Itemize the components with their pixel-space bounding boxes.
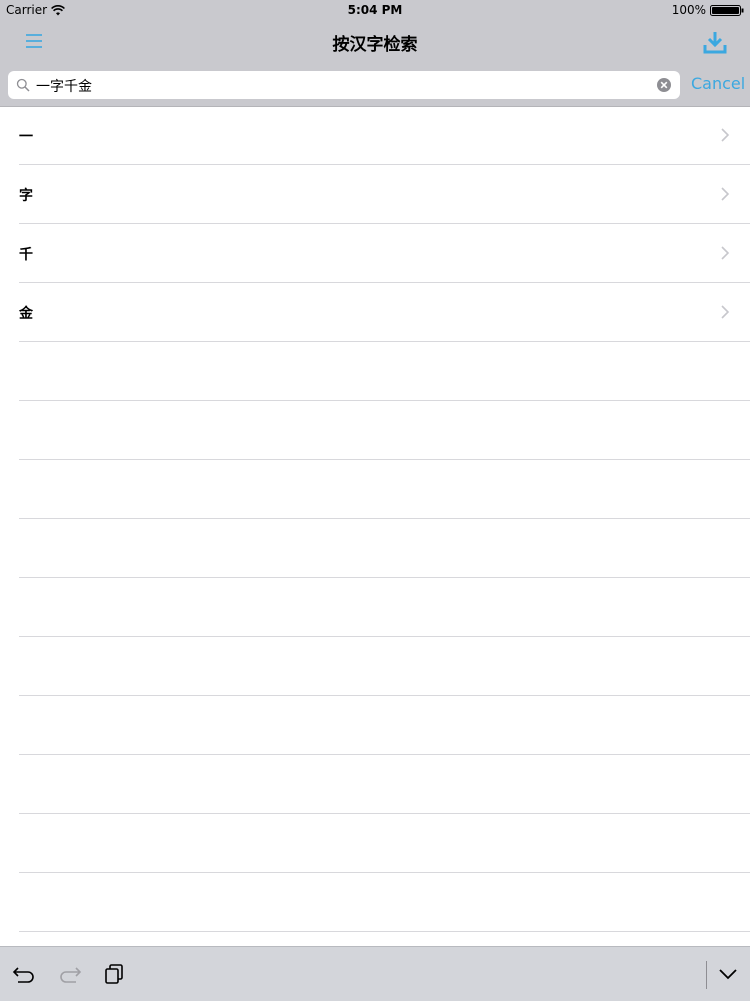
- page-title: 按汉字检索: [332, 35, 418, 55]
- clock: 5:04 PM: [347, 3, 403, 17]
- chevron-right-icon: [721, 128, 730, 142]
- clear-search-icon[interactable]: [656, 77, 672, 93]
- list-item[interactable]: 一: [19, 106, 750, 165]
- list-item-label: 金: [19, 306, 33, 322]
- empty-row: [19, 696, 750, 755]
- cancel-button[interactable]: Cancel: [691, 74, 745, 93]
- chevron-right-icon: [721, 246, 730, 260]
- status-bar: Carrier 5:04 PM 100%: [0, 0, 750, 20]
- chevron-right-icon: [721, 187, 730, 201]
- empty-row: [19, 519, 750, 578]
- empty-row: [19, 814, 750, 873]
- empty-row: [19, 401, 750, 460]
- list-item[interactable]: 千: [19, 224, 750, 283]
- paste-icon[interactable]: [104, 963, 126, 985]
- undo-icon[interactable]: [12, 964, 36, 984]
- list-item[interactable]: 金: [19, 283, 750, 342]
- list-item[interactable]: 字: [19, 165, 750, 224]
- redo-icon[interactable]: [58, 964, 82, 984]
- empty-row: [19, 873, 750, 932]
- empty-row: [19, 342, 750, 401]
- result-list: 一 字 千 金: [0, 106, 750, 932]
- dismiss-keyboard-icon[interactable]: [718, 966, 738, 982]
- empty-row: [19, 460, 750, 519]
- list-item-label: 一: [19, 129, 33, 145]
- chevron-right-icon: [721, 305, 730, 319]
- battery-percent: 100%: [671, 3, 706, 17]
- divider: [706, 961, 707, 989]
- list-item-label: 字: [19, 188, 33, 204]
- empty-row: [19, 755, 750, 814]
- search-bar: 一字千金 Cancel: [0, 64, 750, 107]
- empty-row: [19, 578, 750, 637]
- navigation-bar: 按汉字检索: [0, 20, 750, 64]
- list-item-label: 千: [19, 247, 33, 263]
- search-input[interactable]: 一字千金: [8, 71, 680, 99]
- search-query[interactable]: 一字千金: [36, 76, 92, 96]
- empty-row: [19, 637, 750, 696]
- status-right: 100%: [672, 3, 744, 17]
- battery-icon: [710, 4, 744, 16]
- download-icon[interactable]: [702, 29, 728, 55]
- search-icon: [16, 78, 30, 92]
- keyboard-shortcut-bar: [0, 946, 750, 1001]
